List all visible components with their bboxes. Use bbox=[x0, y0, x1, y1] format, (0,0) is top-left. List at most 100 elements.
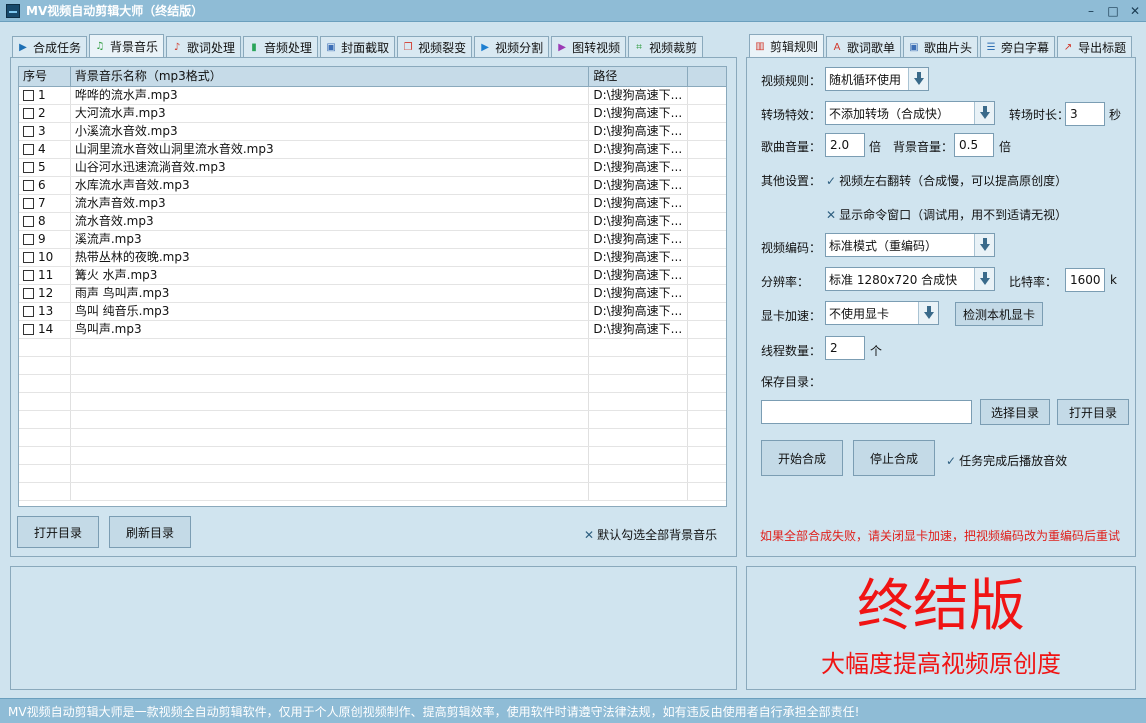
row-checkbox[interactable] bbox=[23, 90, 34, 101]
row-checkbox[interactable] bbox=[23, 108, 34, 119]
row-number-cell: 10 bbox=[19, 249, 71, 266]
save-dir-input[interactable] bbox=[761, 400, 972, 424]
row-number: 5 bbox=[38, 160, 46, 174]
right-tab-2[interactable]: A 歌词歌单 bbox=[826, 36, 902, 57]
left-tab-4[interactable]: ▮ 音频处理 bbox=[243, 36, 319, 57]
video-rule-select[interactable]: 随机循环使用 bbox=[825, 67, 929, 91]
encoding-select[interactable]: 标准模式（重编码） bbox=[825, 233, 995, 257]
table-row[interactable]: 9 溪流声.mp3 D:\搜狗高速下... bbox=[19, 231, 726, 249]
table-row[interactable]: 3 小溪流水音效.mp3 D:\搜狗高速下... bbox=[19, 123, 726, 141]
right-tab-5[interactable]: ↗ 导出标题 bbox=[1057, 36, 1133, 57]
spacer-cell bbox=[688, 357, 726, 374]
left-tab-2[interactable]: ♫ 背景音乐 bbox=[89, 34, 165, 57]
music-name-cell: 鸟叫 纯音乐.mp3 bbox=[71, 303, 590, 320]
left-tab-8[interactable]: ▶ 图转视频 bbox=[551, 36, 627, 57]
row-number-cell: 2 bbox=[19, 105, 71, 122]
play-sound-checkbox[interactable]: ✓ 任务完成后播放音效 bbox=[946, 452, 1067, 469]
start-compose-button[interactable]: 开始合成 bbox=[761, 440, 843, 476]
row-checkbox[interactable] bbox=[23, 126, 34, 137]
table-row[interactable]: 6 水库流水声音效.mp3 D:\搜狗高速下... bbox=[19, 177, 726, 195]
document-icon: ☰ bbox=[986, 41, 996, 53]
row-checkbox[interactable] bbox=[23, 306, 34, 317]
row-checkbox[interactable] bbox=[23, 198, 34, 209]
left-tab-6[interactable]: ❐ 视频裂变 bbox=[397, 36, 473, 57]
flip-video-checkbox[interactable]: ✓ 视频左右翻转（合成慢，可以提高原创度） bbox=[826, 172, 1067, 189]
music-name-cell: 大河流水声.mp3 bbox=[71, 105, 590, 122]
refresh-directory-button[interactable]: 刷新目录 bbox=[109, 516, 191, 548]
row-checkbox[interactable] bbox=[23, 270, 34, 281]
song-volume-label: 歌曲音量： bbox=[761, 140, 822, 154]
stop-compose-button[interactable]: 停止合成 bbox=[853, 440, 935, 476]
column-header-no[interactable]: 序号 bbox=[19, 67, 71, 86]
brand-subtitle: 大幅度提高视频原创度 bbox=[821, 650, 1061, 678]
row-checkbox[interactable] bbox=[23, 288, 34, 299]
spacer-cell bbox=[688, 339, 726, 356]
minimize-button[interactable]: – bbox=[1080, 1, 1102, 21]
right-tab-1[interactable]: ▥ 剪辑规则 bbox=[749, 34, 825, 57]
music-name-cell bbox=[71, 447, 590, 464]
table-row[interactable]: 4 山洞里流水音效山洞里流水音效.mp3 D:\搜狗高速下... bbox=[19, 141, 726, 159]
right-tab-4[interactable]: ☰ 旁白字幕 bbox=[980, 36, 1056, 57]
table-row[interactable]: 11 篝火 水声.mp3 D:\搜狗高速下... bbox=[19, 267, 726, 285]
log-panel bbox=[10, 566, 737, 690]
table-row[interactable]: 14 鸟叫声.mp3 D:\搜狗高速下... bbox=[19, 321, 726, 339]
select-all-music-checkbox[interactable]: ✕ 默认勾选全部背景音乐 bbox=[584, 526, 717, 543]
row-checkbox[interactable] bbox=[23, 162, 34, 173]
maximize-button[interactable]: □ bbox=[1102, 1, 1124, 21]
table-row[interactable]: 7 流水声音效.mp3 D:\搜狗高速下... bbox=[19, 195, 726, 213]
open-directory-button[interactable]: 打开目录 bbox=[17, 516, 99, 548]
music-path-cell bbox=[589, 393, 689, 410]
table-row[interactable]: 8 流水音效.mp3 D:\搜狗高速下... bbox=[19, 213, 726, 231]
waveform-icon: ▮ bbox=[251, 41, 257, 53]
show-console-checkbox[interactable]: ✕ 显示命令窗口（调试用，用不到适请无视） bbox=[826, 206, 1067, 223]
table-row[interactable]: 10 热带丛林的夜晚.mp3 D:\搜狗高速下... bbox=[19, 249, 726, 267]
left-tab-7[interactable]: ▶ 视频分割 bbox=[474, 36, 550, 57]
tab-label: 歌词处理 bbox=[187, 40, 236, 55]
row-number-cell bbox=[19, 447, 71, 464]
row-checkbox[interactable] bbox=[23, 234, 34, 245]
close-button[interactable]: ✕ bbox=[1124, 1, 1146, 21]
left-tab-9[interactable]: ⌗ 视频裁剪 bbox=[628, 36, 704, 57]
row-number-cell bbox=[19, 357, 71, 374]
bitrate-input[interactable]: 1600 bbox=[1065, 268, 1105, 292]
spacer-cell bbox=[688, 249, 726, 266]
table-row[interactable]: 2 大河流水声.mp3 D:\搜狗高速下... bbox=[19, 105, 726, 123]
left-tab-3[interactable]: ♪ 歌词处理 bbox=[166, 36, 242, 57]
left-tab-1[interactable]: ▶ 合成任务 bbox=[12, 36, 88, 57]
row-number-cell: 7 bbox=[19, 195, 71, 212]
row-checkbox[interactable] bbox=[23, 216, 34, 227]
table-row[interactable]: 5 山谷河水迅速流淌音效.mp3 D:\搜狗高速下... bbox=[19, 159, 726, 177]
table-row[interactable]: 13 鸟叫 纯音乐.mp3 D:\搜狗高速下... bbox=[19, 303, 726, 321]
left-tab-5[interactable]: ▣ 封面截取 bbox=[320, 36, 396, 57]
gpu-select[interactable]: 不使用显卡 bbox=[825, 301, 939, 325]
music-name-cell: 山洞里流水音效山洞里流水音效.mp3 bbox=[71, 141, 590, 158]
choose-directory-button[interactable]: 选择目录 bbox=[980, 399, 1050, 425]
row-checkbox[interactable] bbox=[23, 252, 34, 263]
row-checkbox[interactable] bbox=[23, 144, 34, 155]
transition-time-input[interactable]: 3 bbox=[1065, 102, 1105, 126]
right-tab-3[interactable]: ▣ 歌曲片头 bbox=[903, 36, 979, 57]
song-volume-unit: 倍 bbox=[869, 140, 882, 154]
table-row[interactable]: 1 哗哗的流水声.mp3 D:\搜狗高速下... bbox=[19, 87, 726, 105]
transition-select[interactable]: 不添加转场（合成快） bbox=[825, 101, 995, 125]
column-header-name[interactable]: 背景音乐名称（mp3格式） bbox=[71, 67, 590, 86]
other-settings-label: 其他设置： bbox=[761, 174, 822, 188]
music-name-cell bbox=[71, 429, 590, 446]
table-row[interactable]: 12 雨声 鸟叫声.mp3 D:\搜狗高速下... bbox=[19, 285, 726, 303]
bitrate-unit: k bbox=[1110, 273, 1117, 287]
row-checkbox[interactable] bbox=[23, 324, 34, 335]
video-split-icon: ▶ bbox=[481, 41, 489, 53]
threads-input[interactable]: 2 bbox=[825, 336, 865, 360]
dropdown-arrow-icon bbox=[918, 302, 938, 324]
music-name-cell bbox=[71, 357, 590, 374]
open-save-directory-button[interactable]: 打开目录 bbox=[1057, 399, 1129, 425]
column-header-path[interactable]: 路径 bbox=[589, 67, 689, 86]
row-checkbox[interactable] bbox=[23, 180, 34, 191]
bg-volume-input[interactable]: 0.5 bbox=[954, 133, 994, 157]
song-volume-input[interactable]: 2.0 bbox=[825, 133, 865, 157]
spacer-cell bbox=[688, 123, 726, 140]
row-number-cell: 3 bbox=[19, 123, 71, 140]
row-number: 3 bbox=[38, 124, 46, 138]
detect-gpu-button[interactable]: 检测本机显卡 bbox=[955, 302, 1043, 326]
resolution-select[interactable]: 标准 1280x720 合成快 bbox=[825, 267, 995, 291]
